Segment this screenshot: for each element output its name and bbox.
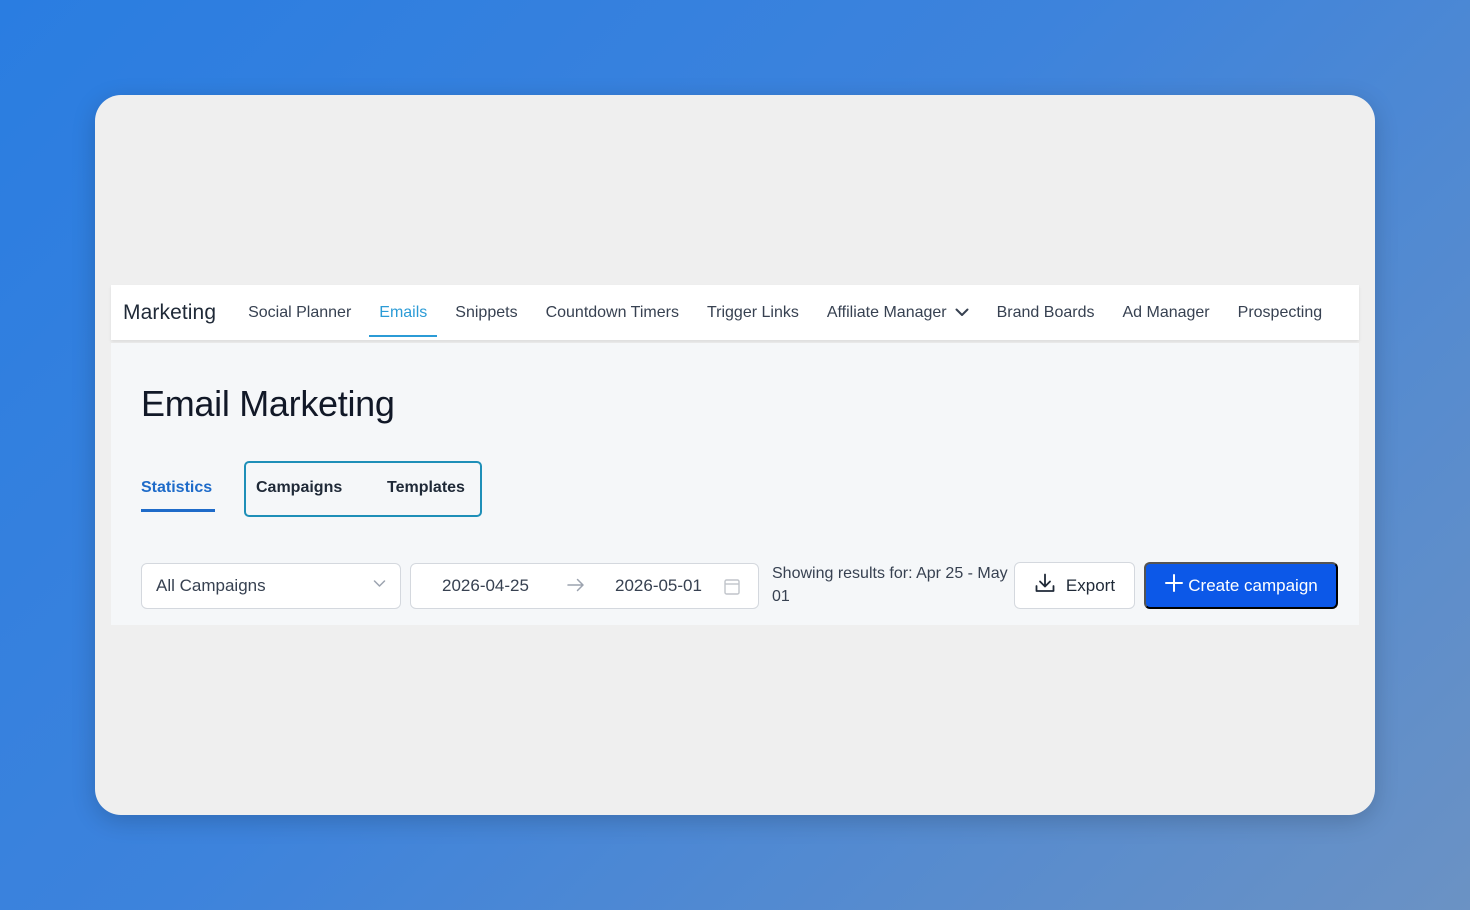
create-campaign-button-label: Create campaign	[1188, 575, 1318, 595]
export-button[interactable]: Export	[1014, 562, 1135, 609]
nav-item-countdown-timers[interactable]: Countdown Timers	[546, 285, 679, 340]
campaign-select[interactable]: All Campaigns	[141, 563, 401, 609]
chevron-down-icon	[373, 579, 386, 588]
nav-item-ad-manager[interactable]: Ad Manager	[1122, 285, 1209, 340]
campaign-select-value: All Campaigns	[156, 576, 266, 595]
nav-item-social-planner[interactable]: Social Planner	[248, 285, 351, 340]
tab-statistics[interactable]: Statistics	[141, 479, 212, 497]
nav-item-affiliate-manager-label: Affiliate Manager	[826, 303, 947, 321]
nav-item-brand-boards[interactable]: Brand Boards	[997, 285, 1095, 340]
tab-campaigns[interactable]: Campaigns	[256, 479, 342, 497]
create-campaign-button[interactable]: Create campaign	[1144, 562, 1338, 609]
date-end-input[interactable]: 2026-05-01	[615, 576, 702, 596]
brand-title: Marketing	[123, 300, 217, 324]
chevron-down-icon	[955, 308, 969, 317]
arrow-right-icon	[567, 578, 585, 592]
tab-templates[interactable]: Templates	[387, 479, 465, 497]
calendar-icon[interactable]	[724, 578, 740, 595]
nav-item-emails[interactable]: Emails	[369, 285, 438, 340]
page-title: Email Marketing	[141, 383, 395, 424]
tab-active-indicator	[141, 509, 215, 512]
nav-item-trigger-links[interactable]: Trigger Links	[707, 285, 799, 340]
date-range-picker[interactable]: 2026-04-25 2026-05-01	[410, 563, 759, 609]
nav-item-prospecting[interactable]: Prospecting	[1238, 285, 1323, 340]
main-content: Email Marketing Statistics Campaigns Tem…	[111, 343, 1359, 625]
app-window: Marketing Social Planner Emails Snippets…	[95, 95, 1375, 815]
nav-item-affiliate-manager[interactable]: Affiliate Manager	[827, 285, 969, 340]
top-navbar: Marketing Social Planner Emails Snippets…	[111, 285, 1359, 340]
download-icon	[1034, 572, 1056, 599]
date-start-input[interactable]: 2026-04-25	[442, 576, 529, 596]
nav-item-snippets[interactable]: Snippets	[455, 285, 517, 340]
export-button-label: Export	[1065, 575, 1116, 595]
plus-icon	[1164, 573, 1184, 598]
results-range-text: Showing results for: Apr 25 - May 01	[772, 565, 1008, 605]
